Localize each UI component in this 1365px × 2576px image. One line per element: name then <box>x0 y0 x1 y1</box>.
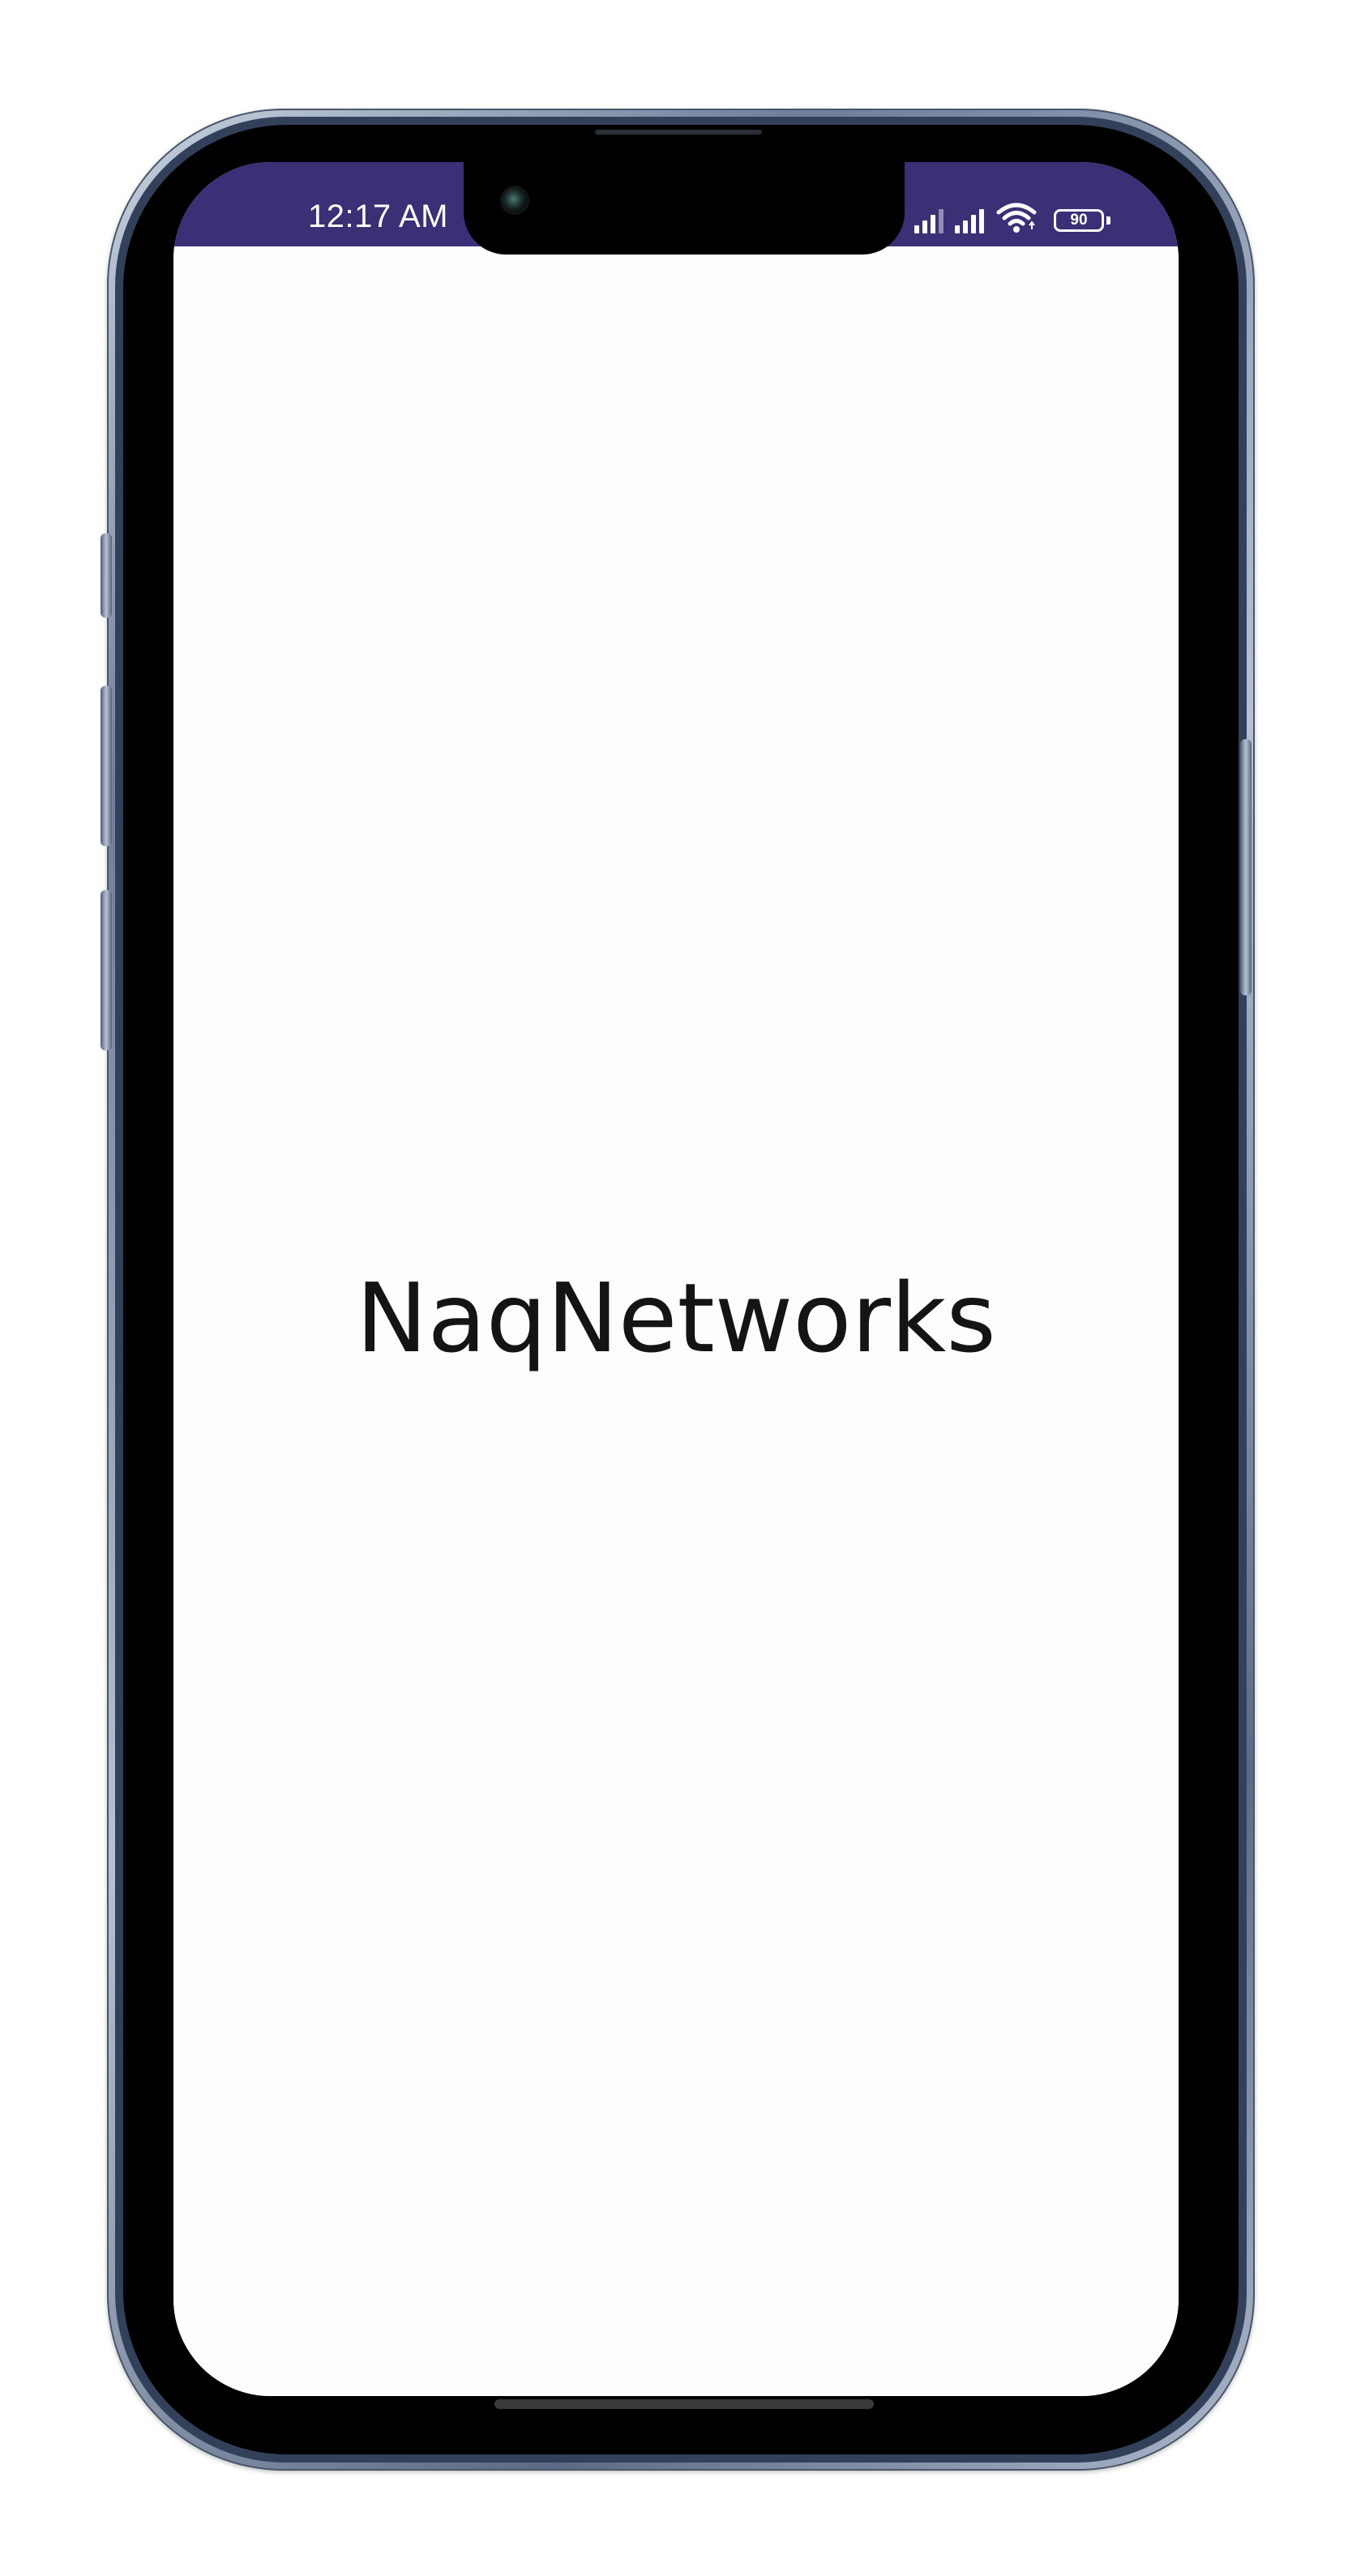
volume-down-button <box>101 890 112 1051</box>
home-indicator[interactable] <box>494 2399 874 2409</box>
silent-switch <box>101 533 112 618</box>
status-time: 12:17 AM <box>308 199 449 234</box>
camera-notch <box>464 154 905 255</box>
signal-icon <box>955 208 984 233</box>
status-icons: 90 <box>914 201 1110 233</box>
battery-body: 90 <box>1054 209 1104 232</box>
power-button <box>1240 739 1252 995</box>
battery-cap <box>1106 216 1110 225</box>
battery-icon: 90 <box>1054 208 1110 233</box>
earpiece-speaker <box>595 130 762 135</box>
volume-up-button <box>101 686 112 846</box>
signal-icon <box>914 208 944 233</box>
front-camera-icon <box>503 188 527 212</box>
battery-level: 90 <box>1070 212 1088 229</box>
app-title: NaqNetworks <box>356 1262 996 1374</box>
wifi-icon <box>996 203 1037 233</box>
page: 12:17 AM 90 NaqNetworks <box>0 0 1365 2576</box>
